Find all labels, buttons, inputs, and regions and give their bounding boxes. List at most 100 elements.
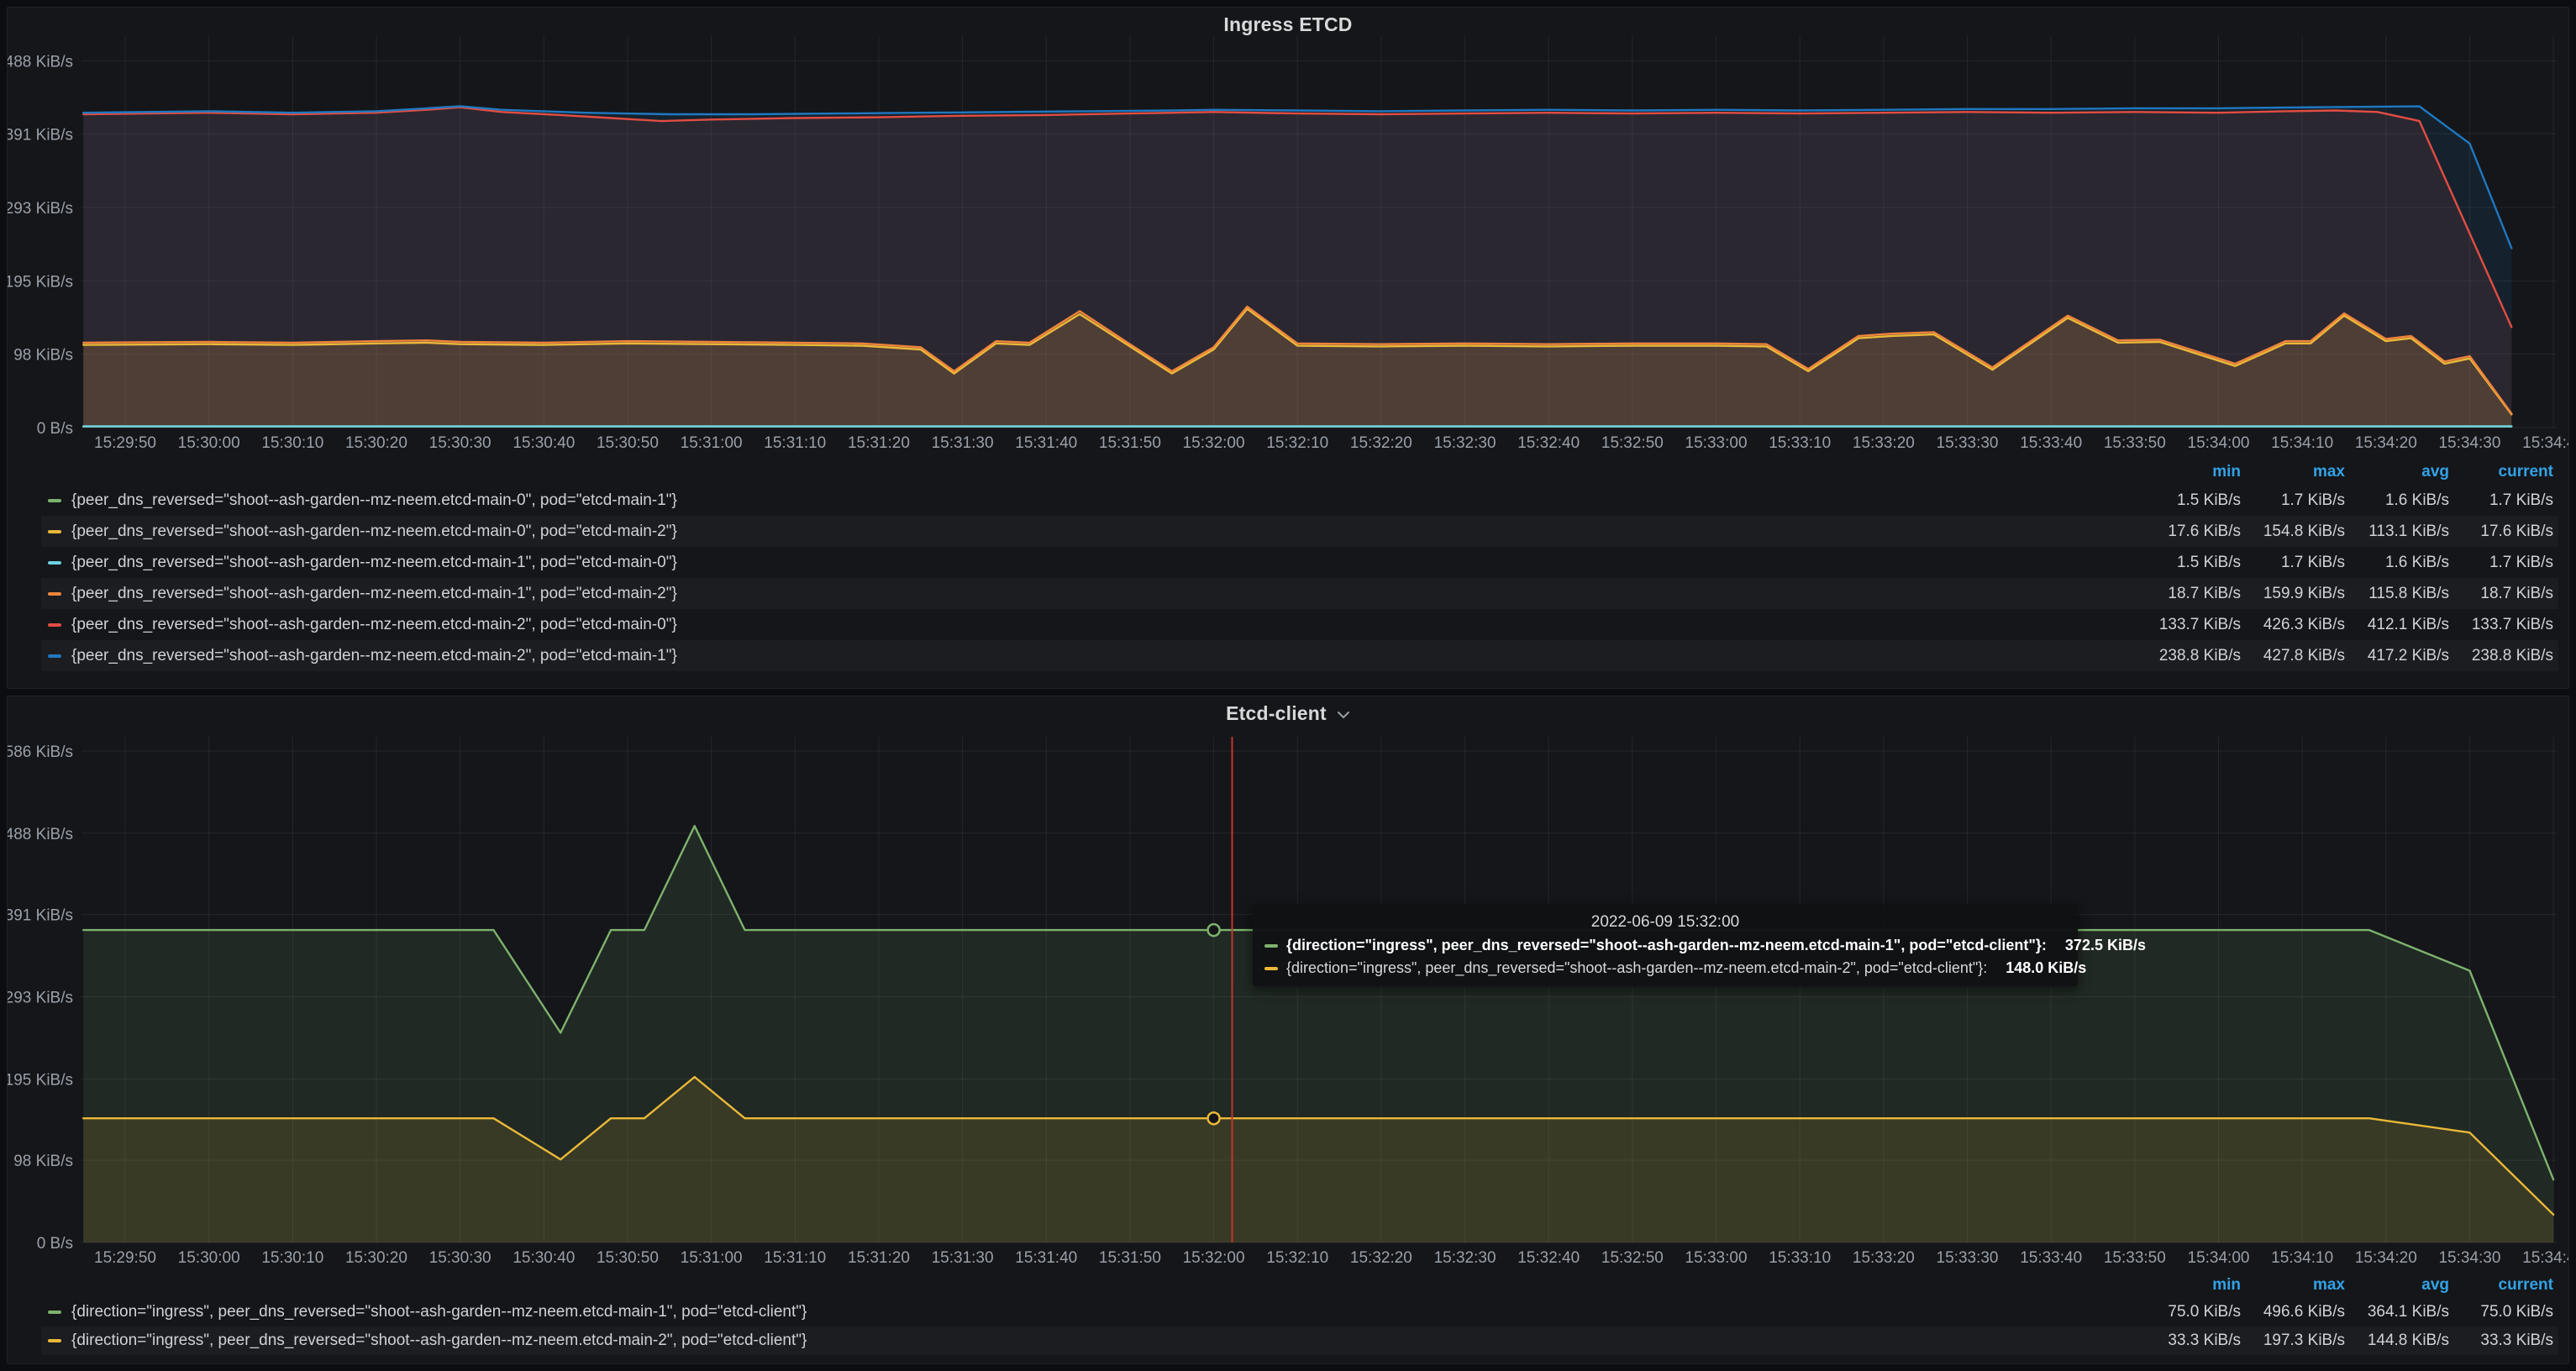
legend-row: {peer_dns_reversed="shoot--ash-garden--m… <box>41 547 2558 578</box>
x-axis-tick-label: 15:31:00 <box>681 1249 743 1267</box>
x-axis-tick-label: 15:30:40 <box>513 434 575 452</box>
series-color-swatch <box>1264 967 1278 970</box>
legend-series-label[interactable]: {peer_dns_reversed="shoot--ash-garden--m… <box>71 647 677 665</box>
series-color-swatch <box>48 1311 61 1314</box>
legend2-header: min max avg current <box>41 1276 2558 1298</box>
etcd-client-legend: min max avg current {direction="ingress"… <box>8 1276 2568 1355</box>
series-color-swatch <box>1264 944 1278 948</box>
x-axis-tick-label: 15:30:20 <box>345 1249 407 1267</box>
y-axis-tick-label: 98 KiB/s <box>13 1153 73 1170</box>
series-color-swatch <box>48 1339 61 1342</box>
x-axis-tick-label: 15:32:30 <box>1434 434 1496 452</box>
legend-series-label[interactable]: {peer_dns_reversed="shoot--ash-garden--m… <box>71 585 677 603</box>
legend-stat-current: 18.7 KiB/s <box>2410 585 2553 603</box>
x-axis-tick-label: 15:31:10 <box>764 434 826 452</box>
legend-stat-current: 75.0 KiB/s <box>2410 1303 2553 1321</box>
legend-sort-current[interactable]: current <box>2410 463 2553 481</box>
x-axis-tick-label: 15:30:50 <box>597 434 659 452</box>
x-axis-tick-label: 15:32:40 <box>1517 1249 1580 1267</box>
panel2-title[interactable]: Etcd-client <box>1226 702 1327 725</box>
legend-sort-current[interactable]: current <box>2410 1276 2553 1295</box>
legend-row: {peer_dns_reversed="shoot--ash-garden--m… <box>41 578 2558 609</box>
x-axis-tick-label: 15:32:50 <box>1601 434 1664 452</box>
legend-series-label[interactable]: {direction="ingress", peer_dns_reversed=… <box>71 1303 807 1321</box>
x-axis-tick-label: 15:34:20 <box>2355 434 2417 452</box>
tooltip-series-value: 372.5 KiB/s <box>2047 937 2146 954</box>
legend-stat-current: 17.6 KiB/s <box>2410 523 2553 541</box>
y-axis-tick-label: 586 KiB/s <box>8 743 73 761</box>
legend-series-label[interactable]: {peer_dns_reversed="shoot--ash-garden--m… <box>71 554 677 572</box>
x-axis-tick-label: 15:33:50 <box>2104 1249 2166 1267</box>
legend-series-label[interactable]: {peer_dns_reversed="shoot--ash-garden--m… <box>71 491 677 510</box>
y-axis-tick-label: 488 KiB/s <box>8 54 73 71</box>
x-axis-tick-label: 15:33:30 <box>1937 434 1999 452</box>
legend1-header: min max avg current <box>41 463 2558 485</box>
series-color-swatch <box>48 654 61 658</box>
tooltip-timestamp: 2022-06-09 15:32:00 <box>1264 911 2066 934</box>
panel-ingress-etcd: Ingress ETCD 15:29:5015:30:0015:30:1015:… <box>7 7 2569 689</box>
x-axis-tick-label: 15:34:10 <box>2271 434 2333 452</box>
legend-series-label[interactable]: {direction="ingress", peer_dns_reversed=… <box>71 1332 807 1350</box>
tooltip-series-label: {direction="ingress", peer_dns_reversed=… <box>1286 937 2047 954</box>
legend-row: {peer_dns_reversed="shoot--ash-garden--m… <box>41 516 2558 547</box>
x-axis-tick-label: 15:32:20 <box>1350 1249 1412 1267</box>
chevron-down-icon[interactable] <box>1337 711 1350 719</box>
x-axis-tick-label: 15:32:00 <box>1183 1249 1245 1267</box>
x-axis-tick-label: 15:33:10 <box>1769 434 1831 452</box>
x-axis-tick-label: 15:31:10 <box>764 1249 826 1267</box>
y-axis-tick-label: 293 KiB/s <box>8 989 73 1006</box>
y-axis-tick-label: 98 KiB/s <box>13 346 73 364</box>
x-axis-tick-label: 15:30:40 <box>513 1249 575 1267</box>
series-fill <box>83 106 2511 428</box>
x-axis-tick-label: 15:30:00 <box>178 1249 240 1267</box>
x-axis-tick-label: 15:34:10 <box>2271 1249 2333 1267</box>
y-axis-tick-label: 0 B/s <box>37 1235 73 1253</box>
legend-series-label[interactable]: {peer_dns_reversed="shoot--ash-garden--m… <box>71 523 677 541</box>
series-color-swatch <box>48 623 61 627</box>
legend-stat-current: 1.7 KiB/s <box>2410 554 2553 572</box>
grafana-dashboard: { "panel1": { "title": "Ingress ETCD", "… <box>0 0 2576 1371</box>
legend-row: {peer_dns_reversed="shoot--ash-garden--m… <box>41 485 2558 516</box>
x-axis-tick-label: 15:31:20 <box>848 434 910 452</box>
x-axis-tick-label: 15:29:50 <box>94 434 156 452</box>
x-axis-tick-label: 15:34:00 <box>2188 434 2250 452</box>
tooltip-row: {direction="ingress", peer_dns_reversed=… <box>1264 957 2066 980</box>
y-axis-tick-label: 488 KiB/s <box>8 826 73 843</box>
x-axis-tick-label: 15:29:50 <box>94 1249 156 1267</box>
legend-row: {peer_dns_reversed="shoot--ash-garden--m… <box>41 640 2558 671</box>
x-axis-tick-label: 15:34:30 <box>2438 1249 2500 1267</box>
x-axis-tick-label: 15:32:20 <box>1350 434 1412 452</box>
x-axis-tick-label: 15:31:30 <box>932 1249 994 1267</box>
x-axis-tick-label: 15:34:30 <box>2438 434 2500 452</box>
y-axis-tick-label: 391 KiB/s <box>8 907 73 925</box>
legend-stat-current: 1.7 KiB/s <box>2410 491 2553 510</box>
x-axis-tick-label: 15:33:00 <box>1685 434 1748 452</box>
panel-etcd-client: Etcd-client 15:29:5015:30:0015:30:1015:3… <box>7 696 2569 1364</box>
ingress-etcd-legend: min max avg current {peer_dns_reversed="… <box>8 463 2568 671</box>
x-axis-tick-label: 15:30:20 <box>345 434 407 452</box>
y-axis-tick-label: 195 KiB/s <box>8 1071 73 1089</box>
x-axis-tick-label: 15:32:10 <box>1266 434 1328 452</box>
legend-series-label[interactable]: {peer_dns_reversed="shoot--ash-garden--m… <box>71 616 677 634</box>
x-axis-tick-label: 15:32:40 <box>1517 434 1580 452</box>
legend-row: {direction="ingress", peer_dns_reversed=… <box>41 1298 2558 1326</box>
panel1-title[interactable]: Ingress ETCD <box>1223 13 1352 36</box>
hover-marker <box>1208 1112 1220 1124</box>
hover-marker <box>1208 924 1220 936</box>
x-axis-tick-label: 15:30:30 <box>429 1249 492 1267</box>
x-axis-tick-label: 15:34:40 <box>2522 434 2568 452</box>
x-axis-tick-label: 15:31:20 <box>848 1249 910 1267</box>
x-axis-tick-label: 15:33:40 <box>2020 1249 2082 1267</box>
ingress-etcd-chart[interactable]: 15:29:5015:30:0015:30:1015:30:2015:30:30… <box>8 8 2568 465</box>
y-axis-tick-label: 391 KiB/s <box>8 126 73 144</box>
legend-stat-current: 133.7 KiB/s <box>2410 616 2553 634</box>
tooltip-series-label: {direction="ingress", peer_dns_reversed=… <box>1286 959 1987 977</box>
panel2-header: Etcd-client <box>8 696 2568 730</box>
x-axis-tick-label: 15:33:30 <box>1937 1249 1999 1267</box>
x-axis-tick-label: 15:31:50 <box>1099 1249 1161 1267</box>
x-axis-tick-label: 15:33:00 <box>1685 1249 1748 1267</box>
x-axis-tick-label: 15:34:20 <box>2355 1249 2417 1267</box>
x-axis-tick-label: 15:31:00 <box>681 434 743 452</box>
tooltip-row: {direction="ingress", peer_dns_reversed=… <box>1264 934 2066 957</box>
x-axis-tick-label: 15:34:40 <box>2522 1249 2568 1267</box>
